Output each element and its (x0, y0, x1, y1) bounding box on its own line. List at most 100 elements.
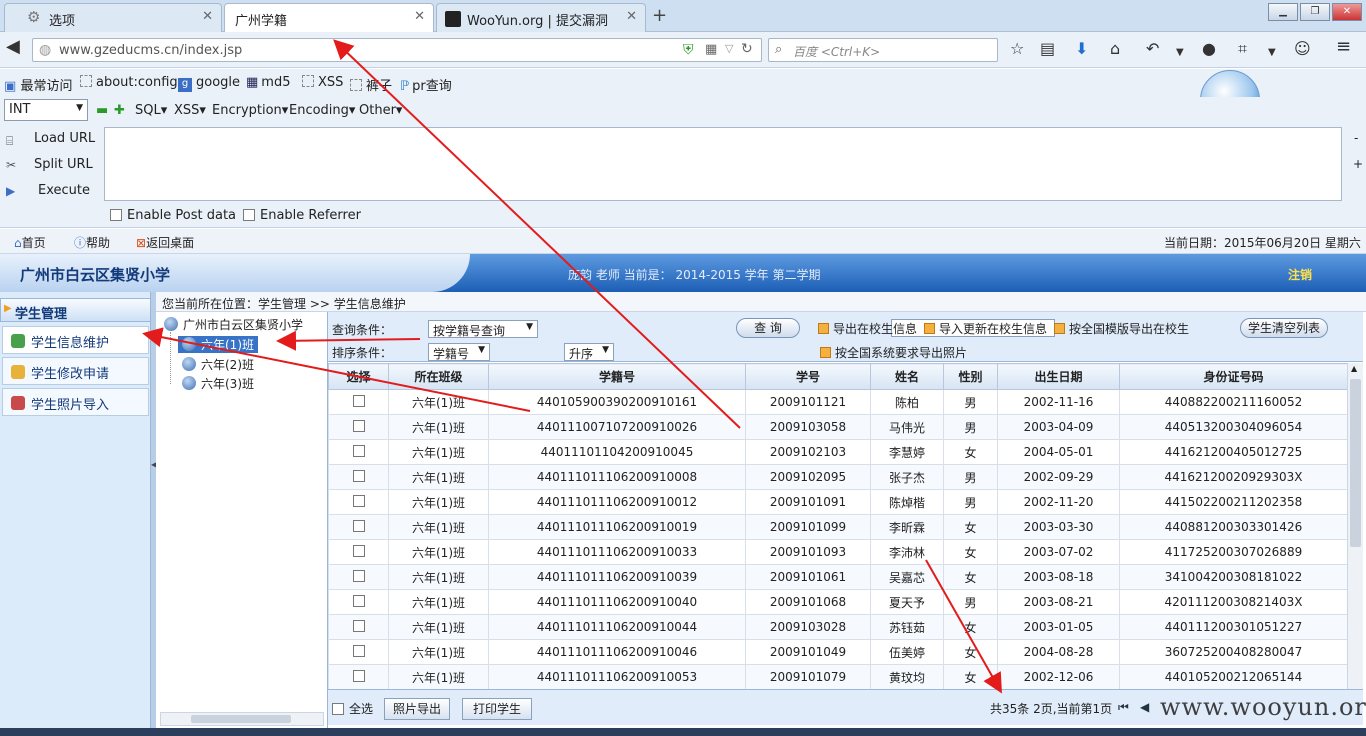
row-select-cell[interactable] (328, 439, 389, 465)
minimize-button[interactable]: ▁ (1268, 3, 1298, 21)
menu-item-student-change-request[interactable]: 学生修改申请 (2, 357, 149, 385)
table-row[interactable]: 六年(1)班 440111011106200910046 2009101049 伍美婷… (328, 639, 1347, 665)
tree-class-2[interactable]: 六年(2)班 (182, 356, 254, 373)
chat-bubble-icon[interactable]: ● (1202, 40, 1216, 58)
collapse-minus-icon[interactable]: - (1354, 131, 1358, 145)
row-checkbox[interactable] (352, 519, 365, 532)
qrcode-icon[interactable]: ▦ (705, 42, 717, 57)
help-link[interactable]: ⓘ帮助 (74, 234, 110, 251)
url-text[interactable]: www.gzeducms.cn/index.jsp (59, 43, 242, 58)
logout-link[interactable]: 注销 (1288, 266, 1312, 283)
hackbar-menu-sql[interactable]: SQL▾ (135, 103, 167, 118)
plus-icon[interactable]: ✚ (114, 103, 125, 118)
clear-student-list-button[interactable]: 学生清空列表 (1240, 318, 1328, 338)
export-photos-link[interactable]: 按全国系统要求导出照片 (820, 344, 967, 361)
tree-class-1[interactable]: 六年(1)班 (178, 336, 258, 353)
search-box[interactable]: ⌕ 百度 <Ctrl+K> (768, 38, 998, 62)
photo-export-button[interactable]: 照片导出 (384, 698, 450, 720)
scrollbar-thumb[interactable] (1350, 379, 1361, 547)
smiley-icon[interactable]: ☺ (1294, 40, 1311, 58)
menu-item-student-photo-import[interactable]: 学生照片导入 (2, 388, 149, 416)
table-row[interactable]: 六年(1)班 440111011106200910008 2009102095 张子杰… (328, 464, 1347, 490)
row-checkbox[interactable] (352, 444, 365, 457)
reading-list-icon[interactable]: ▤ (1040, 40, 1055, 58)
select-all-option[interactable]: 全选 (332, 700, 373, 717)
table-row[interactable]: 六年(1)班 440111007107200910026 2009103058 马伟光… (328, 414, 1347, 440)
chevron-down-icon[interactable]: ▼ (1176, 44, 1184, 62)
row-select-cell[interactable] (328, 614, 389, 640)
close-icon[interactable]: ✕ (202, 9, 213, 24)
back-arrow-icon[interactable]: ◀ (6, 38, 20, 56)
table-row[interactable]: 六年(1)班 440111011106200910040 2009101068 夏天予… (328, 589, 1347, 615)
sort-field-select[interactable]: 学籍号 ▼ (428, 343, 490, 361)
row-select-cell[interactable] (328, 489, 389, 515)
first-page-icon[interactable]: ⏮ (1118, 700, 1129, 715)
bookmark-star-icon[interactable]: ☆ (1010, 40, 1024, 58)
download-arrow-icon[interactable]: ⬇ (1075, 40, 1088, 58)
row-select-cell[interactable] (328, 514, 389, 540)
enable-referrer-option[interactable]: Enable Referrer (243, 208, 361, 223)
enable-post-data-option[interactable]: Enable Post data (110, 208, 236, 223)
expand-plus-icon[interactable]: + (1353, 157, 1363, 171)
table-row[interactable]: 六年(1)班 440111011106200910039 2009101061 吴嘉芯… (328, 564, 1347, 590)
query-condition-select[interactable]: 按学籍号查询 ▼ (428, 320, 538, 338)
split-url-button[interactable]: Split URL (34, 157, 93, 172)
export-students-link[interactable]: 导出在校生信息 (818, 320, 917, 337)
import-update-link[interactable]: 导入更新在校生信息 (924, 320, 1047, 337)
bookmark-xss[interactable]: XSS (302, 75, 343, 90)
shield-icon[interactable]: ⛨ (683, 42, 694, 58)
row-select-cell[interactable] (328, 564, 389, 590)
print-students-button[interactable]: 打印学生 (462, 698, 532, 720)
table-row[interactable]: 六年(1)班 440111011106200910044 2009103028 苏钰茹… (328, 614, 1347, 640)
tab-gz-xueji[interactable]: 广州学籍 ✕ (224, 3, 434, 33)
sort-order-select[interactable]: 升序 ▼ (564, 343, 614, 361)
bookmark-most-visited[interactable]: ▣ 最常访问 (4, 75, 72, 94)
row-checkbox[interactable] (352, 469, 365, 482)
bookmark-md5[interactable]: ▦ md5 (246, 75, 290, 90)
row-checkbox[interactable] (352, 594, 365, 607)
bookmark-google[interactable]: g google (178, 75, 240, 92)
back-desktop-link[interactable]: ⊠返回桌面 (136, 234, 194, 251)
row-select-cell[interactable] (328, 414, 389, 440)
bookmark-kuzi[interactable]: 裤子 (350, 75, 392, 94)
tree-root-school[interactable]: 广州市白云区集贤小学 (164, 316, 303, 333)
url-bar[interactable]: ◍ www.gzeducms.cn/index.jsp ⛨ ▦ ▽ ↻ (32, 38, 762, 62)
minus-icon[interactable]: ▬ (96, 103, 108, 118)
undo-icon[interactable]: ↶ (1146, 40, 1159, 58)
checkbox[interactable] (110, 209, 122, 221)
row-checkbox[interactable] (352, 419, 365, 432)
load-url-button[interactable]: Load URL (34, 131, 95, 146)
row-checkbox[interactable] (352, 494, 365, 507)
table-row[interactable]: 六年(1)班 440111011106200910033 2009101093 李沛林… (328, 539, 1347, 565)
menu-hamburger-icon[interactable]: ≡ (1336, 38, 1351, 56)
search-button[interactable]: 查 询 (736, 318, 800, 338)
crop-icon[interactable]: ⌗ (1238, 40, 1247, 58)
row-select-cell[interactable] (328, 389, 389, 415)
menu-header-student-management[interactable]: ▶ 学生管理 (0, 298, 151, 322)
row-checkbox[interactable] (352, 619, 365, 632)
tree-class-3[interactable]: 六年(3)班 (182, 375, 254, 392)
row-select-cell[interactable] (328, 464, 389, 490)
table-vertical-scrollbar[interactable]: ▲ (1347, 363, 1363, 689)
row-select-cell[interactable] (328, 639, 389, 665)
table-row[interactable]: 六年(1)班 440111011106200910019 2009101099 李昕霖… (328, 514, 1347, 540)
row-checkbox[interactable] (352, 669, 365, 682)
hackbar-type-select[interactable]: INT ▼ (4, 99, 88, 121)
close-icon[interactable]: ✕ (414, 9, 425, 24)
bookmark-about-config[interactable]: about:config (80, 75, 178, 90)
hackbar-menu-other[interactable]: Other▾ (359, 103, 402, 118)
table-row[interactable]: 六年(1)班 440111011106200910012 2009101091 陈焯楷… (328, 489, 1347, 515)
chevron-down-icon[interactable]: ▼ (1268, 44, 1276, 62)
home-link[interactable]: ⌂首页 (14, 234, 46, 251)
home-icon[interactable]: ⌂ (1110, 40, 1120, 58)
row-checkbox[interactable] (352, 569, 365, 582)
table-row[interactable]: 六年(1)班 44011101104200910045 2009102103 李慧婷女… (328, 439, 1347, 465)
maximize-button[interactable]: ❐ (1300, 3, 1330, 21)
hackbar-url-textarea[interactable] (104, 127, 1342, 201)
row-checkbox[interactable] (352, 394, 365, 407)
hackbar-menu-encryption[interactable]: Encryption▾ (212, 103, 288, 118)
table-row[interactable]: 六年(1)班 440111011106200910053 2009101079 黄玟均… (328, 664, 1347, 689)
row-checkbox[interactable] (352, 544, 365, 557)
row-checkbox[interactable] (352, 644, 365, 657)
hackbar-menu-xss[interactable]: XSS▾ (174, 103, 206, 118)
